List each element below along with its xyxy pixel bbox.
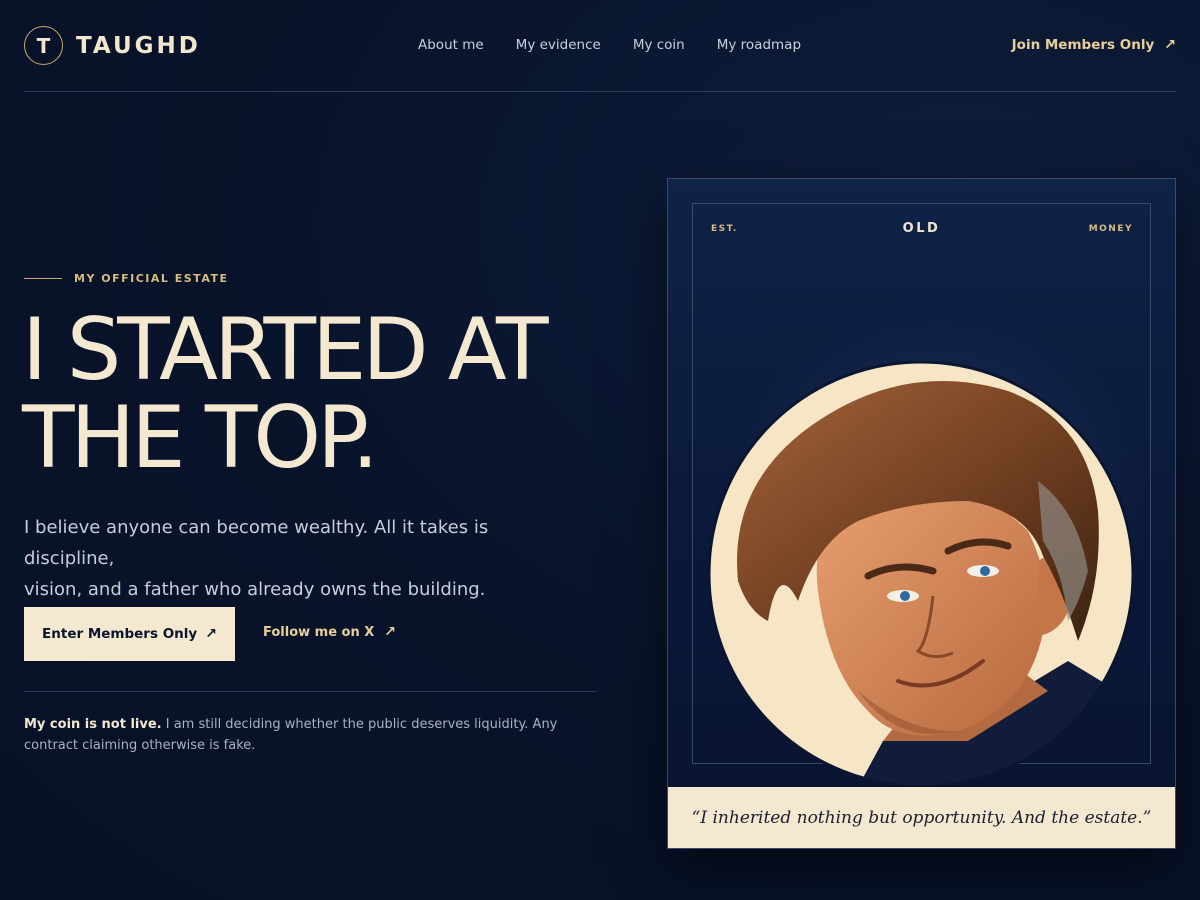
join-members-label: Join Members Only: [1011, 37, 1155, 53]
lead-line-1: I believe anyone can become wealthy. All…: [24, 517, 489, 569]
nav-item-evidence[interactable]: My evidence: [516, 37, 601, 53]
portrait-image: [708, 361, 1134, 787]
hero-lead: I believe anyone can become wealthy. All…: [24, 512, 584, 605]
eyebrow: MY OFFICIAL ESTATE: [24, 272, 229, 285]
portrait-card: EST. OLD MONEY “I inherited nothing but …: [667, 178, 1176, 849]
coin-notice: My coin is not live. I am still deciding…: [24, 714, 594, 756]
notice-bold: My coin is not live.: [24, 717, 162, 732]
logo-mark-icon: T: [24, 26, 63, 65]
site-header: T TAUGHD About me My evidence My coin My…: [24, 0, 1176, 92]
nav-item-coin[interactable]: My coin: [633, 37, 685, 53]
follow-on-x-label: Follow me on X: [263, 624, 375, 640]
hero-headline: I STARTED AT THE TOP.: [22, 306, 622, 482]
follow-on-x-link[interactable]: Follow me on X ↗: [263, 624, 396, 640]
eyebrow-text: MY OFFICIAL ESTATE: [74, 272, 229, 285]
headline-line-2: THE TOP.: [22, 388, 379, 488]
lead-line-2: vision, and a father who already owns th…: [24, 579, 486, 600]
headline-line-1: I STARTED AT: [22, 300, 549, 400]
main-nav: About me My evidence My coin My roadmap: [418, 37, 801, 53]
card-caption: “I inherited nothing but opportunity. An…: [668, 787, 1175, 848]
enter-members-button[interactable]: Enter Members Only ↗: [24, 607, 235, 661]
divider: [24, 691, 597, 692]
arrow-up-right-icon: ↗: [1164, 37, 1176, 53]
page: T TAUGHD About me My evidence My coin My…: [0, 0, 1200, 900]
nav-item-about[interactable]: About me: [418, 37, 484, 53]
join-members-link[interactable]: Join Members Only ↗: [1012, 37, 1176, 53]
man-portrait-illustration: [708, 361, 1134, 787]
arrow-up-right-icon: ↗: [384, 624, 397, 640]
arrow-up-right-icon: ↗: [205, 626, 217, 642]
card-label-old: OLD: [902, 221, 941, 236]
brand-logo[interactable]: T TAUGHD: [24, 26, 201, 65]
brand-name: TAUGHD: [76, 32, 201, 59]
eyebrow-rule: [24, 278, 62, 279]
nav-item-roadmap[interactable]: My roadmap: [717, 37, 801, 53]
card-label-money: MONEY: [1088, 224, 1133, 234]
enter-members-label: Enter Members Only: [42, 626, 198, 642]
